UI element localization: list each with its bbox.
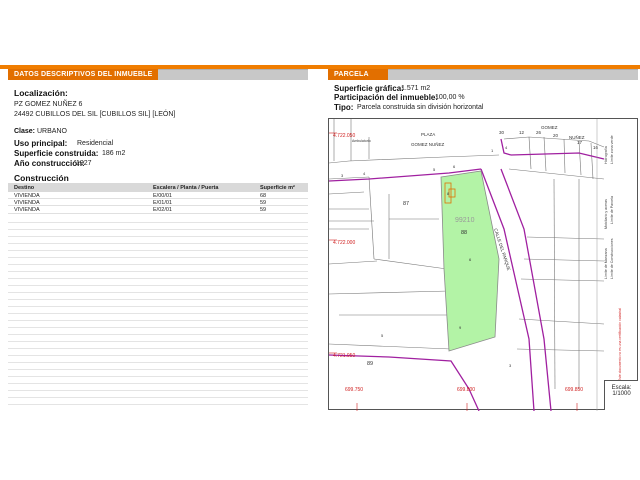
parcel-ref: 99210 — [455, 217, 475, 224]
num-4: 4 — [363, 171, 366, 176]
label-gomez-nunez: GOMEZ NUÑEZ — [411, 141, 445, 147]
superficie-value: 186 m2 — [102, 150, 126, 157]
legend-zona-verde: Límite zona verde — [610, 135, 614, 164]
num-5b: 5 — [381, 333, 384, 338]
label-plaza: PLAZA — [421, 132, 435, 137]
participacion-label: Participación del inmueble: — [334, 93, 439, 102]
tipo-label: Tipo: — [334, 103, 354, 112]
table-header: Destino Escalera / Planta / Puerta Super… — [8, 183, 308, 192]
cadastral-map-svg: 4.722.050 4.722.000 4.721.950 699.750 69… — [328, 119, 622, 412]
anio-label: Año construcción: — [14, 159, 85, 168]
participacion-value: 100,00 % — [435, 94, 465, 101]
uso-label: Uso principal: — [14, 139, 68, 148]
section-header-datos: DATOS DESCRIPTIVOS DEL INMUEBLE — [8, 69, 308, 80]
legend-manzana: Límite de Manzana — [604, 248, 608, 279]
construccion-table: Destino Escalera / Planta / Puerta Super… — [8, 183, 308, 214]
section-title: PARCELA — [334, 71, 369, 78]
address-line2: 24492 CUBILLOS DEL SIL [CUBILLOS SIL] [L… — [14, 111, 176, 118]
col-destino: Destino — [14, 185, 35, 191]
label-gomez-top: GOMEZ — [541, 125, 558, 130]
cell-escalera: E/02/01 — [153, 207, 172, 214]
num-20: 20 — [553, 133, 559, 138]
legend-hidrografia: Hidrografía — [604, 146, 608, 164]
side-legend: Límite de Manzana Límite de Parcela Lími… — [604, 135, 622, 381]
col-escalera: Escalera / Planta / Puerta — [153, 185, 219, 191]
cell-superficie: 59 — [260, 200, 267, 207]
table-row: VIVIENDA E/01/01 59 — [8, 199, 308, 207]
sup-grafica-value: 1.571 m2 — [401, 85, 431, 92]
parcel-89: 89 — [367, 361, 373, 367]
construccion-title: Construcción — [14, 173, 69, 183]
num-5: 5 — [433, 167, 436, 172]
coord-x3: 699.850 — [565, 387, 583, 393]
num-17: 17 — [577, 140, 583, 145]
label-small: Ambulatorio — [352, 139, 371, 143]
sup-grafica-label: Superficie gráfica: — [334, 84, 404, 93]
scale-box: Escala: 1/1000 — [604, 380, 638, 410]
superficie-label: Superficie construida: — [14, 149, 99, 158]
clase-label: Clase: — [14, 128, 36, 135]
num-26: 26 — [536, 130, 542, 135]
legend-construcciones: Límite de Construcciones — [610, 238, 614, 279]
cell-escalera: E/01/01 — [153, 200, 172, 207]
coord-y3: 4.721.950 — [333, 353, 355, 359]
cell-destino: VIVIENDA — [14, 207, 40, 214]
num-30: 30 — [499, 130, 505, 135]
num-1: 1 — [491, 148, 494, 153]
anio-value: 1927 — [76, 160, 92, 167]
clase-value: URBANO — [37, 128, 67, 135]
section-header-parcela: PARCELA — [328, 69, 638, 80]
cell-destino: VIVIENDA — [14, 200, 40, 207]
legend-mobiliario: Mobiliario y aceras — [604, 199, 608, 229]
num-6: 6 — [453, 164, 456, 169]
num-3: 3 — [341, 173, 344, 178]
tipo-value: Parcela construida sin división horizont… — [357, 104, 484, 111]
address-line1: PZ GOMEZ NUÑEZ 6 — [14, 101, 83, 108]
table-row: VIVIENDA E/00/01 68 — [8, 192, 308, 200]
cell-escalera: E/00/01 — [153, 193, 172, 199]
legend-red-note: Este documento no es una certificación c… — [618, 308, 622, 381]
cell-superficie: 59 — [260, 207, 267, 214]
num-3b: 3 — [509, 363, 512, 368]
localizacion-label: Localización: — [14, 88, 68, 98]
cadastral-map: 4.722.050 4.722.000 4.721.950 699.750 69… — [328, 118, 638, 412]
uso-value: Residencial — [77, 140, 114, 147]
num-4b: 4 — [505, 145, 508, 150]
coord-x2: 699.800 — [457, 387, 475, 393]
legend-parcela: Límite de Parcela — [610, 196, 614, 224]
col-superficie: Superficie m² — [260, 185, 295, 191]
empty-table-rows — [8, 216, 308, 410]
table-row: VIVIENDA E/02/01 59 — [8, 206, 308, 214]
num-16: 16 — [593, 145, 599, 150]
parcel-88: 88 — [461, 230, 467, 236]
num-12: 12 — [519, 130, 525, 135]
scale-value: 1/1000 — [612, 391, 631, 397]
section-title: DATOS DESCRIPTIVOS DEL INMUEBLE — [14, 71, 153, 78]
coord-y2: 4.722.000 — [333, 240, 355, 246]
cell-destino: VIVIENDA — [14, 193, 40, 199]
parcel-87: 87 — [403, 201, 409, 207]
coord-x1: 699.750 — [345, 387, 363, 393]
cell-superficie: 68 — [260, 193, 267, 199]
